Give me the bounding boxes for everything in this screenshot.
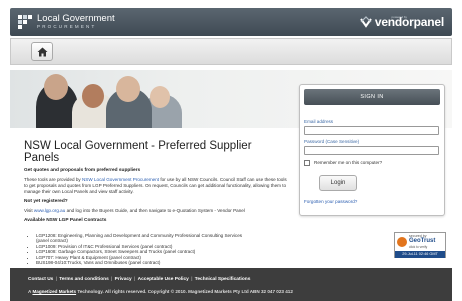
footer-link-terms[interactable]: Terms and conditions — [59, 277, 108, 282]
badge-date: 29-Jul-11 02:46 GMT — [395, 251, 445, 258]
page-title: NSW Local Government - Preferred Supplie… — [24, 140, 252, 164]
vendorpanel-wordmark: vendorpanel — [374, 15, 444, 29]
top-header: Local Government PROCUREMENT powered by … — [10, 8, 452, 36]
home-icon — [37, 47, 47, 56]
footer-link-tech-specs[interactable]: Technical Specifications — [195, 277, 251, 282]
banner-person-head — [150, 86, 170, 108]
visit-paragraph: Visit www.lgp.org.au and log into the Bu… — [24, 208, 288, 214]
visit-text-rest: and log into the Buyers Guide, and then … — [65, 208, 245, 213]
contracts-heading: Available NSW LGP Panel Contracts — [24, 218, 107, 223]
lgp-logo-icon — [18, 14, 32, 29]
geotrust-icon — [397, 237, 407, 247]
logo-title: Local Government — [37, 13, 115, 24]
list-item: BUS198-04/10:Trucks, Vans and Omnibuses … — [36, 260, 288, 265]
signin-panel: SIGN IN Email address Password (Case Sen… — [299, 84, 445, 216]
remember-checkbox[interactable] — [304, 160, 310, 166]
intro-text: These tools are provided by — [24, 177, 82, 182]
not-registered-heading: Not yet registered? — [24, 199, 68, 204]
banner-person-head — [82, 84, 104, 108]
remember-label: Remember me on this computer? — [314, 160, 383, 165]
copyright: A Magnetized Markets Technology. All rig… — [28, 289, 293, 294]
footer-link-privacy[interactable]: Privacy — [115, 277, 132, 282]
lgp-link[interactable]: NSW Local Government Procurement — [82, 177, 159, 182]
banner-person-head — [116, 76, 140, 102]
tagline: Get quotes and proposals from preferred … — [24, 168, 141, 173]
home-button[interactable] — [31, 42, 53, 61]
powered-by-text: powered by — [391, 15, 407, 19]
banner-person-head — [44, 74, 68, 100]
footer-link-aup[interactable]: Acceptable Use Policy — [138, 277, 189, 282]
signin-header: SIGN IN — [304, 89, 440, 105]
geotrust-badge[interactable]: secured by GeoTrust click to verify 29-J… — [394, 232, 446, 258]
password-label: Password (Case Sensitive) — [304, 139, 360, 144]
footer: Contact Us | Terms and conditions | Priv… — [10, 268, 452, 301]
nav-bar — [10, 38, 452, 65]
email-label: Email address — [304, 119, 334, 124]
badge-verify-text: click to verify — [409, 245, 428, 249]
login-button[interactable]: Login — [319, 175, 357, 191]
lgp-logo[interactable]: Local Government PROCUREMENT — [18, 14, 115, 30]
lgp-website-link[interactable]: www.lgp.org.au — [34, 208, 65, 213]
forgot-password-link[interactable]: Forgotten your password? — [304, 199, 357, 204]
badge-brand: GeoTrust — [409, 238, 436, 244]
copyright-text-rest: Technology. All rights reserved. Copyrig… — [76, 289, 293, 294]
contracts-list: LGP1208: Engineering, Planning and Devel… — [36, 233, 288, 265]
email-field[interactable] — [304, 126, 439, 135]
intro-paragraph: These tools are provided by NSW Local Go… — [24, 177, 288, 195]
vendorpanel-logo-icon — [360, 16, 372, 28]
footer-link-contact[interactable]: Contact Us — [28, 277, 53, 282]
magnetized-markets-link[interactable]: Magnetized Markets — [32, 289, 76, 294]
footer-links: Contact Us | Terms and conditions | Priv… — [28, 277, 251, 282]
logo-subtitle: PROCUREMENT — [37, 24, 97, 29]
main-content: NSW Local Government - Preferred Supplie… — [24, 140, 288, 265]
visit-text: Visit — [24, 208, 34, 213]
password-field[interactable] — [304, 146, 439, 155]
